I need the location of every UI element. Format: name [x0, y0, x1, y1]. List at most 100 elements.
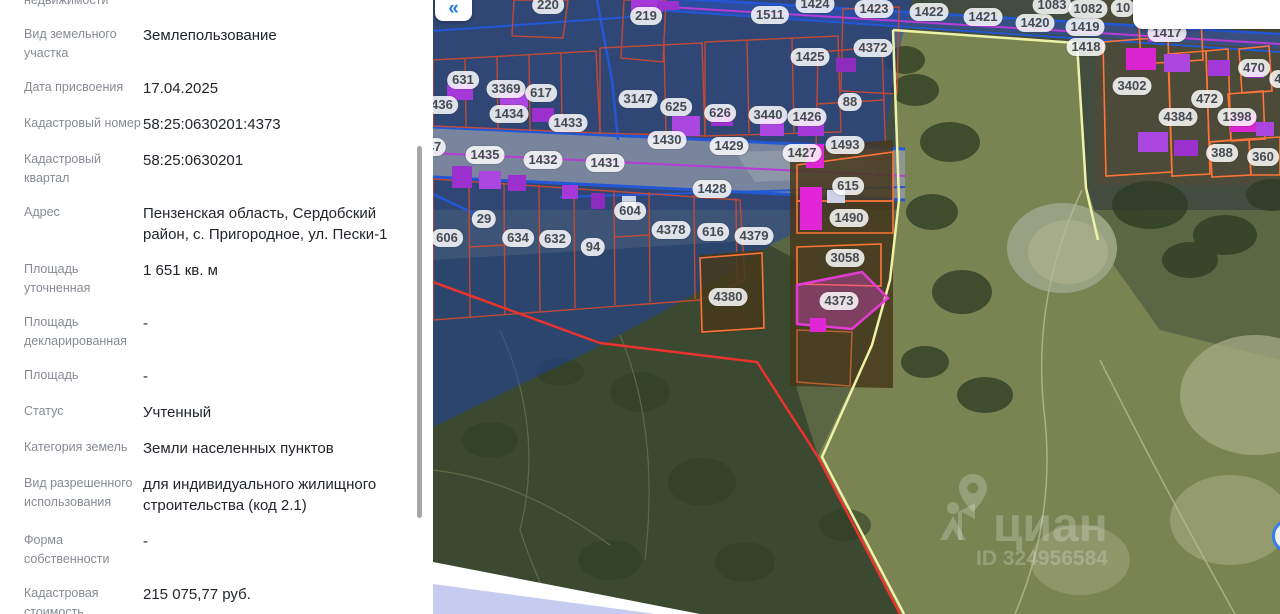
parcel-label[interactable]: 3369 — [486, 80, 526, 98]
map-art: циан ID 324956584 — [433, 0, 1280, 614]
parcel-label[interactable]: 632 — [539, 230, 571, 248]
info-label: Кадастровая стоимость — [24, 586, 99, 614]
info-label: Вид разрешенного использования — [24, 476, 133, 509]
parcel-label[interactable]: 4372 — [853, 39, 893, 57]
parcel-label[interactable]: 1424 — [795, 0, 835, 13]
parcel-label[interactable]: 1432 — [523, 151, 563, 169]
parcel-label[interactable]: 1429 — [709, 137, 749, 155]
parcel-label[interactable]: 1430 — [647, 131, 687, 149]
info-label: Кадастровый номер — [24, 116, 141, 130]
parcel-label[interactable]: 631 — [447, 71, 479, 89]
parcel-label[interactable]: 4380 — [708, 288, 748, 306]
parcel-label[interactable]: 615 — [832, 177, 864, 195]
info-panel: недвижимости Вид земельного участка Земле… — [0, 0, 433, 614]
info-value: 58:25:0630201:4373 — [143, 116, 281, 133]
parcel-label[interactable]: 634 — [502, 229, 534, 247]
parcel-label[interactable]: 3058 — [825, 249, 865, 267]
parcel-label[interactable]: 1431 — [585, 154, 625, 172]
parcel-label[interactable]: 626 — [704, 104, 736, 122]
parcel-label[interactable]: 616 — [697, 223, 729, 241]
info-row: Вид земельного участка Землепользование — [24, 25, 419, 63]
parcel-label[interactable]: 1425 — [790, 48, 830, 66]
parcel-label[interactable]: 1490 — [829, 209, 869, 227]
info-row: Кадастровый номер 58:25:0630201:4373 — [24, 114, 419, 135]
parcel-label[interactable]: 1511 — [750, 6, 790, 24]
parcel-label[interactable]: 10 — [1110, 0, 1136, 17]
parcel-label[interactable]: 1421 — [963, 8, 1003, 26]
svg-text:ID 324956584: ID 324956584 — [976, 547, 1108, 570]
info-value: Учтенный — [143, 404, 212, 421]
parcel-label[interactable]: 4 — [1269, 70, 1280, 88]
parcel-label[interactable]: 4378 — [651, 221, 691, 239]
info-label: Площадь декларированная — [24, 315, 127, 348]
info-row: Площадь декларированная - — [24, 313, 419, 351]
info-label: Вид земельного участка — [24, 27, 117, 60]
info-value: 215 075,77 руб. — [143, 586, 251, 603]
parcel-label[interactable]: 4384 — [1158, 108, 1198, 126]
parcel-label[interactable]: 472 — [1191, 90, 1223, 108]
parcel-label[interactable]: 1419 — [1065, 18, 1105, 36]
parcel-label[interactable]: 470 — [1238, 59, 1270, 77]
parcel-label[interactable]: 604 — [614, 202, 646, 220]
parcel-label[interactable]: 617 — [525, 84, 557, 102]
info-row: Площадь - — [24, 366, 419, 387]
parcel-label[interactable]: 388 — [1206, 144, 1238, 162]
info-rows: Вид земельного участка Землепользование Да… — [24, 25, 419, 614]
parcel-label[interactable]: 1398 — [1217, 108, 1257, 126]
parcel-label-selected[interactable]: 4373 — [819, 292, 859, 310]
info-value: 1 651 кв. м — [143, 262, 218, 279]
info-label: Кадастровый квартал — [24, 152, 101, 185]
info-row: Адрес Пензенская область, Сердобский райо… — [24, 203, 419, 245]
info-value: - — [143, 315, 148, 332]
parcel-label[interactable]: 4379 — [734, 227, 774, 245]
info-value: 58:25:0630201 — [143, 152, 244, 169]
parcel-label[interactable]: 1420 — [1015, 14, 1055, 32]
parcel-label[interactable]: 436 — [433, 96, 458, 114]
parcel-label[interactable]: 1493 — [825, 136, 865, 154]
info-row: Категория земель Земли населенных пунктов — [24, 438, 419, 459]
parcel-label[interactable]: 1427 — [782, 144, 822, 162]
map-canvas[interactable]: циан ID 324956584 220 219 1511 1424 1423 1422… — [433, 0, 1280, 614]
parcel-label[interactable]: 29 — [471, 210, 497, 228]
parcel-label[interactable]: 1428 — [692, 180, 732, 198]
info-row: Дата присвоения 17.04.2025 — [24, 78, 419, 99]
parcel-label[interactable]: 94 — [580, 238, 606, 256]
chevron-left-double-icon: « — [448, 0, 459, 19]
parcel-label[interactable]: 219 — [630, 7, 662, 25]
info-label: Форма собственности — [24, 533, 110, 566]
parcel-label[interactable]: 625 — [660, 98, 692, 116]
info-label: Площадь уточненная — [24, 262, 91, 295]
parcel-label[interactable]: 1426 — [787, 108, 827, 126]
parcel-label[interactable]: 606 — [433, 229, 463, 247]
info-value: Пензенская область, Сердобский район, с.… — [143, 205, 388, 243]
info-row: Площадь уточненная 1 651 кв. м — [24, 260, 419, 298]
parcel-label[interactable]: 1433 — [548, 114, 588, 132]
parcel-label[interactable]: 1422 — [909, 3, 949, 21]
info-row: Вид разрешенного использования для индиви… — [24, 474, 419, 516]
panel-scrollbar[interactable] — [417, 146, 422, 518]
parcel-label[interactable]: 3147 — [618, 90, 658, 108]
parcel-label[interactable]: 220 — [532, 0, 564, 14]
parcel-label[interactable]: 1423 — [854, 0, 894, 18]
info-label: Статус — [24, 404, 64, 418]
info-value: - — [143, 533, 148, 550]
parcel-label[interactable]: 1082 — [1068, 0, 1108, 18]
info-row: Кадастровый квартал 58:25:0630201 — [24, 150, 419, 188]
top-right-control-box — [1133, 0, 1280, 29]
collapse-panel-button[interactable]: « — [435, 0, 472, 21]
svg-text:циан: циан — [993, 499, 1108, 552]
parcel-label[interactable]: 1418 — [1066, 38, 1106, 56]
info-value: - — [143, 368, 148, 385]
parcel-label[interactable]: 88 — [837, 93, 863, 111]
info-label: Дата присвоения — [24, 80, 124, 94]
parcel-label[interactable]: 3402 — [1112, 77, 1152, 95]
parcel-label[interactable]: 1435 — [465, 146, 505, 164]
info-row: Статус Учтенный — [24, 402, 419, 423]
info-value: Землепользование — [143, 27, 277, 44]
parcel-label[interactable]: 3440 — [748, 106, 788, 124]
info-label: Площадь — [24, 368, 79, 382]
parcel-label[interactable]: 360 — [1247, 148, 1279, 166]
parcel-label[interactable]: 1083 — [1032, 0, 1072, 14]
info-value: для индивидуального жилищного строительс… — [143, 476, 377, 514]
parcel-label[interactable]: 1434 — [489, 105, 529, 123]
